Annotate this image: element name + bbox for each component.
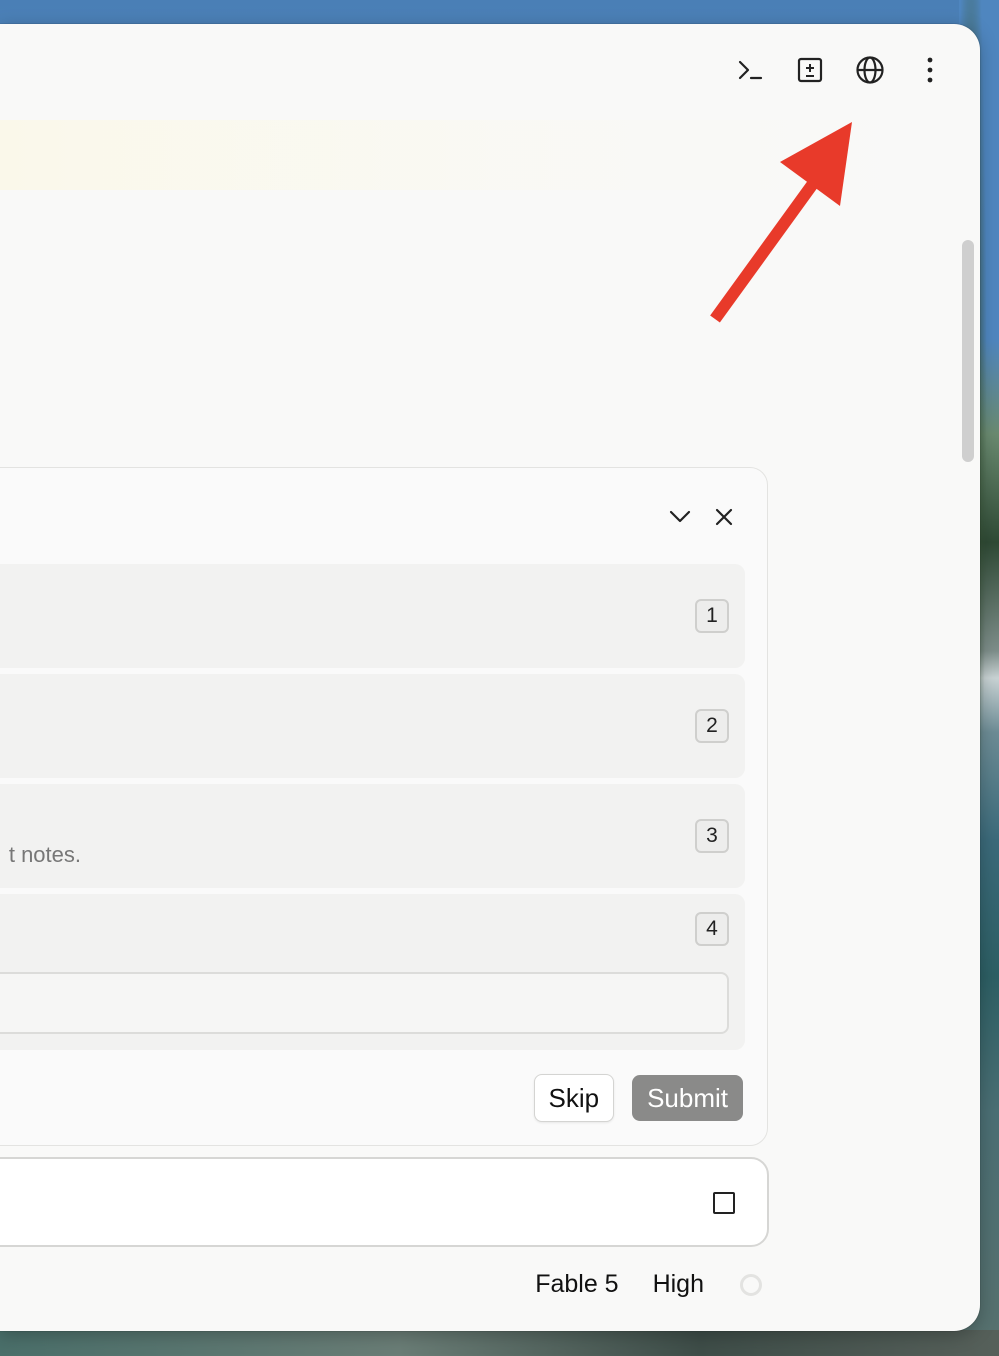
highlight-band — [0, 120, 945, 190]
submit-button[interactable]: Submit — [632, 1075, 743, 1121]
top-toolbar — [732, 52, 948, 88]
option-key-badge: 1 — [695, 599, 729, 633]
progress-ring-icon — [740, 1273, 762, 1296]
desktop-wallpaper-bottom — [0, 1330, 999, 1356]
effort-selector[interactable]: High — [653, 1270, 704, 1299]
stop-square-icon[interactable] — [713, 1192, 735, 1214]
option-2[interactable]: 2 — [0, 674, 745, 778]
more-vertical-icon — [927, 57, 933, 83]
option-description: t notes. — [8, 842, 81, 867]
option-3[interactable]: t notes. 3 — [0, 784, 745, 888]
question-panel: 1 2 t notes. 3 4 Skip Submit — [0, 467, 768, 1146]
terminal-button[interactable] — [732, 52, 768, 88]
globe-icon — [856, 56, 884, 84]
option-key-badge: 2 — [695, 709, 729, 743]
browser-button[interactable] — [852, 52, 888, 88]
option-key-badge: 4 — [695, 912, 729, 946]
terminal-icon — [738, 60, 763, 80]
model-selector[interactable]: Fable 5 — [535, 1270, 618, 1299]
collapse-button[interactable] — [667, 504, 693, 530]
close-icon — [715, 508, 733, 526]
close-button[interactable] — [711, 504, 737, 530]
more-button[interactable] — [912, 52, 948, 88]
composer[interactable] — [0, 1157, 769, 1247]
other-answer-input[interactable] — [0, 972, 729, 1034]
option-1[interactable]: 1 — [0, 564, 745, 668]
status-bar: Fable 5 High — [535, 1270, 762, 1299]
diff-icon — [797, 57, 823, 83]
diff-button[interactable] — [792, 52, 828, 88]
scrollbar-thumb[interactable] — [962, 240, 974, 462]
option-key-badge: 3 — [695, 819, 729, 853]
panel-controls — [667, 504, 737, 530]
skip-button[interactable]: Skip — [533, 1074, 615, 1122]
panel-actions: Skip Submit — [533, 1074, 743, 1122]
app-window: 1 2 t notes. 3 4 Skip Submit Fable 5 Hig… — [0, 24, 980, 1331]
chevron-down-icon — [669, 510, 691, 523]
option-4-other[interactable]: 4 — [0, 894, 745, 1050]
